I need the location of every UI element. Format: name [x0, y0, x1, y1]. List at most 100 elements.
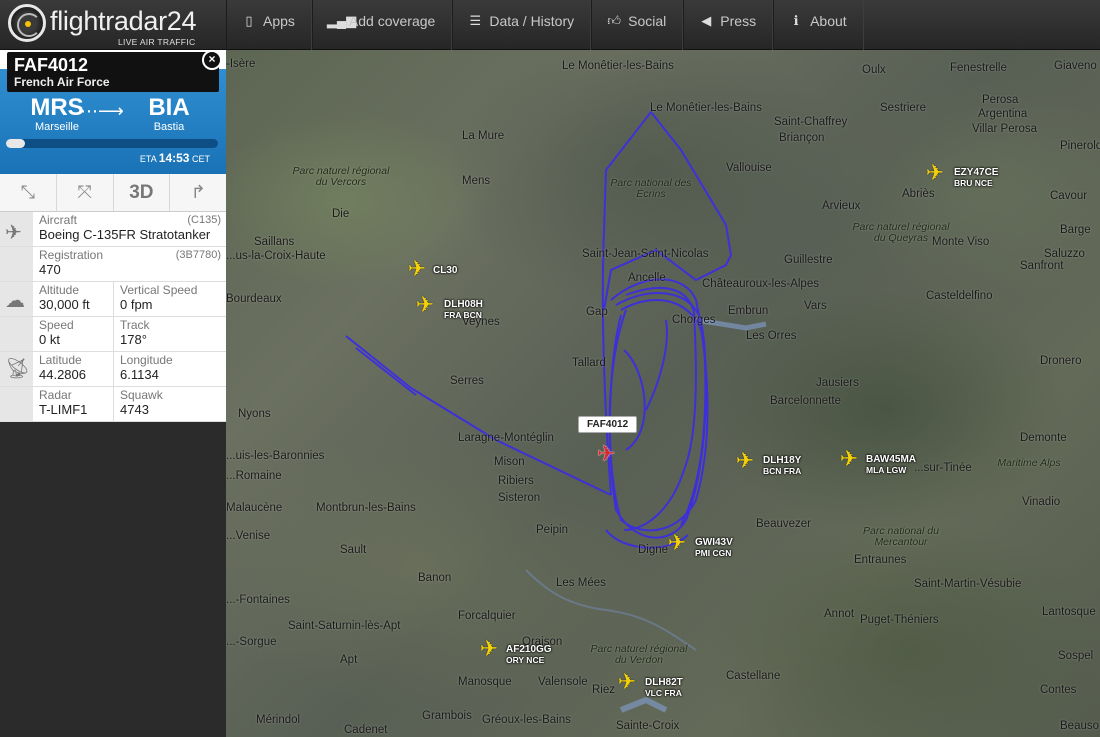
aircraft-baw45ma-icon[interactable]: ✈: [836, 446, 862, 472]
altitude-row: ☁ Altitude 30,000 ft Vertical Speed 0 fp…: [0, 282, 226, 317]
place-giaveno: Giaveno: [1054, 60, 1097, 72]
flightradar24-logo[interactable]: flightradar24 LIVE AIR TRAFFIC: [8, 4, 228, 47]
aircraft-id: DLH08H: [444, 299, 483, 310]
aircraft-dlh82t-label[interactable]: DLH82T VLC FRA: [645, 677, 683, 699]
squawk-value: 4743: [120, 402, 149, 417]
position-row: 📡︎ Latitude 44.2806 Longitude 6.1134: [0, 352, 226, 387]
aircraft-ezy47ce-icon[interactable]: ✈: [922, 160, 948, 186]
aircraft-dlh08h-label[interactable]: DLH08H FRA BCN: [444, 299, 483, 321]
aircraft-id: DLH18Y: [763, 455, 802, 466]
aircraft-dlh08h-icon[interactable]: ✈: [412, 292, 438, 318]
radar-logo-icon: [8, 4, 46, 42]
eta: ETA 14:53 CET: [140, 151, 210, 165]
origin-city: Marseille: [34, 121, 79, 133]
altitude-gutter: ☁: [0, 282, 33, 316]
vspeed-label: Vertical Speed: [120, 283, 198, 297]
place-peipin: Peipin: [536, 524, 568, 536]
share-button[interactable]: ↱: [170, 174, 226, 211]
speed-cell: Speed 0 kt: [33, 317, 114, 351]
place-embrun: Embrun: [728, 305, 769, 317]
place-greoux: Gréoux-les-Bains: [482, 714, 571, 726]
selected-aircraft-icon[interactable]: ✈: [597, 441, 615, 467]
fit-view-button[interactable]: ⤧: [56, 174, 114, 211]
place-apt: Apt: [340, 654, 358, 666]
aircraft-id: EZY47CE: [954, 167, 999, 178]
longitude-value: 6.1134: [120, 367, 159, 382]
aircraft-id: CL30: [433, 265, 458, 276]
place-serres: Serres: [450, 375, 484, 387]
cloud-icon: ☁: [5, 290, 25, 312]
database-icon: ☰: [469, 13, 482, 28]
aircraft-af210gg-icon[interactable]: ✈: [476, 636, 502, 662]
destination-airport[interactable]: BIA Bastia: [124, 95, 214, 134]
place-saturnin: Saint-Saturnin-lès-Apt: [288, 620, 401, 632]
destination-code: BIA: [148, 94, 190, 121]
flight-progress-bar: [6, 139, 218, 148]
map-view[interactable]: -Isère Le Monêtier-les-Bains Le Monêtier…: [226, 50, 1100, 737]
place-romaine: ...Romaine: [226, 470, 282, 482]
aircraft-baw45ma-label[interactable]: BAW45MA MLA LGW: [866, 454, 916, 476]
nav-add-coverage[interactable]: ▂▄▆ Add coverage: [311, 0, 453, 50]
view-3d-button[interactable]: 3D: [113, 174, 171, 211]
nav-about[interactable]: ℹ About: [773, 0, 864, 50]
place-riez: Riez: [592, 684, 616, 696]
nav-apps[interactable]: ▯ Apps: [226, 0, 312, 50]
megaphone-icon: ◀: [701, 13, 712, 28]
info-icon: ℹ: [793, 13, 799, 28]
flight-callsign: FAF4012: [14, 55, 89, 75]
aircraft-id: BAW45MA: [866, 454, 917, 465]
place-castellane: Castellane: [726, 670, 781, 682]
squawk-cell: Squawk 4743: [114, 387, 226, 421]
aircraft-dlh18y-label[interactable]: DLH18Y BCN FRA: [763, 455, 801, 477]
place-monetier2: Le Monêtier-les-Bains: [650, 102, 762, 114]
aircraft-dlh82t-icon[interactable]: ✈: [614, 669, 640, 695]
place-chateauroux: Châteauroux-les-Alpes: [702, 278, 819, 290]
radar-dish-icon: 📡︎: [5, 358, 31, 380]
place-venise: ...Venise: [226, 530, 271, 542]
vspeed-cell: Vertical Speed 0 fpm: [114, 282, 226, 316]
aircraft-route: BRU NCE: [954, 178, 993, 188]
radar-row: Radar T-LIMF1 Squawk 4743: [0, 387, 226, 422]
nav-data-history[interactable]: ☰ Data / History: [452, 0, 592, 50]
place-barcelonnette: Barcelonnette: [770, 395, 841, 407]
place-vesubie: Saint-Martin-Vésubie: [914, 578, 1022, 590]
place-beauso: Beauso: [1060, 720, 1100, 732]
place-barge: Barge: [1060, 224, 1091, 236]
nav-social[interactable]: 👍︎ Social: [591, 0, 684, 50]
registration-code: (3B7780): [175, 249, 221, 261]
aircraft-gwi43v-label[interactable]: GWI43V PMI CGN: [695, 537, 733, 559]
place-fontaines: ...-Fontaines: [226, 594, 290, 606]
aircraft-ezy47ce-label[interactable]: EZY47CE BRU NCE: [954, 167, 998, 189]
aircraft-gutter: ✈: [0, 212, 33, 246]
aircraft-route: VLC FRA: [645, 688, 682, 698]
place-croixhaute: ...us-la-Croix-Haute: [226, 250, 326, 262]
place-villar: Villar Perosa: [972, 123, 1037, 135]
aircraft-id: DLH82T: [645, 677, 683, 688]
show-route-button[interactable]: ⤡: [0, 174, 57, 211]
selected-flight-label[interactable]: FAF4012: [578, 416, 638, 433]
place-vallouise: Vallouise: [726, 162, 772, 174]
aircraft-dlh18y-icon[interactable]: ✈: [732, 448, 758, 474]
place-annot: Annot: [824, 608, 855, 620]
aircraft-route: ORY NCE: [506, 655, 545, 665]
nav-press-label: Press: [720, 13, 757, 29]
signal-bars-icon: ▂▄▆: [326, 13, 357, 28]
place-pinerolo: Pinerolo: [1060, 140, 1100, 152]
eta-label: ETA: [139, 154, 157, 164]
aircraft-cl30-icon[interactable]: ✈: [404, 256, 430, 282]
route-icon: ⤡: [20, 182, 36, 202]
place-saintjean: Saint-Jean-Saint-Nicolas: [582, 248, 709, 260]
aircraft-route: BCN FRA: [763, 466, 802, 476]
place-tinee: ...sur-Tinée: [914, 462, 972, 474]
nav-press[interactable]: ◀ Press: [683, 0, 774, 50]
flight-info-panel: MRS Marseille ⋯⟶ BIA Bastia ETA 14:53 CE…: [0, 50, 226, 422]
place-abries: Abriès: [902, 188, 935, 200]
place-arvieux: Arvieux: [822, 200, 861, 212]
aircraft-cl30-label[interactable]: CL30: [433, 265, 457, 276]
aircraft-af210gg-label[interactable]: AF210GG ORY NCE: [506, 644, 552, 666]
place-mison: Mison: [494, 456, 525, 468]
close-panel-button[interactable]: ×: [202, 50, 222, 70]
place-forcalquier: Forcalquier: [458, 610, 516, 622]
aircraft-gwi43v-icon[interactable]: ✈: [664, 530, 690, 556]
thumbs-up-icon: 👍︎: [607, 13, 621, 28]
